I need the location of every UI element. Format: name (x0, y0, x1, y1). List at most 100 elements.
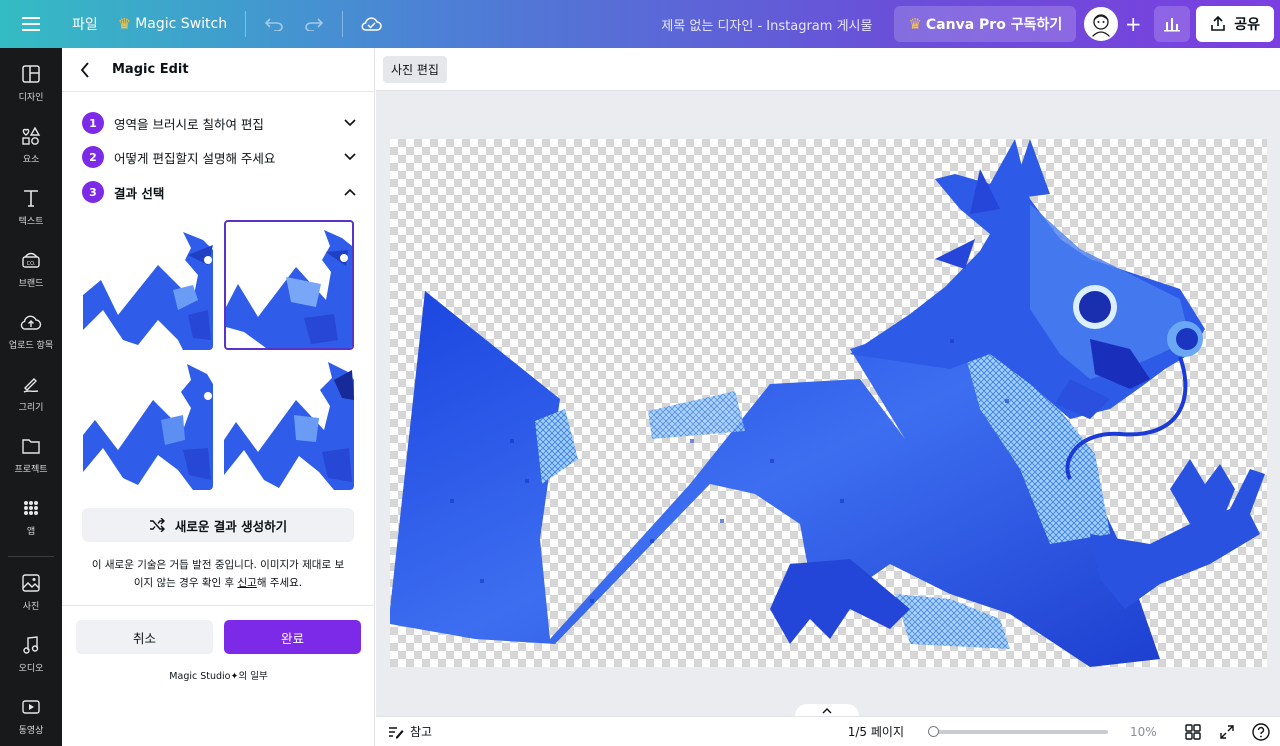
photo-icon (20, 572, 42, 594)
upload-icon (20, 311, 42, 333)
step-choose-result[interactable]: 3 결과 선택 (82, 180, 358, 204)
step-label: 어떻게 편집할지 설명해 주세요 (114, 150, 276, 166)
result-thumbnail-4[interactable] (224, 360, 354, 490)
grid-view-button[interactable] (1178, 717, 1208, 746)
result-thumbnail-1[interactable] (83, 220, 213, 350)
sidebar-item-design[interactable]: 디자인 (0, 52, 62, 114)
sidebar-item-label: 앱 (26, 527, 36, 537)
help-button[interactable] (1246, 717, 1276, 746)
avatar[interactable] (1084, 7, 1119, 41)
notes-button[interactable]: 참고 (388, 723, 432, 740)
bottom-bar: 참고 1/5 페이지 10% (376, 716, 1280, 746)
sidebar-item-label: 그리기 (18, 403, 44, 413)
step-label: 결과 선택 (114, 185, 165, 201)
magic-edit-panel: Magic Edit 1 영역을 브러시로 칠하여 편집 2 어떻게 편집할지 … (62, 48, 375, 746)
beta-notice: 이 새로운 기술은 거듭 발전 중입니다. 이미지가 제대로 보이지 않는 경우… (88, 556, 348, 592)
step-describe-edit[interactable]: 2 어떻게 편집할지 설명해 주세요 (82, 145, 358, 169)
sidebar-item-label: 동영상 (18, 726, 44, 736)
svg-text:CO.: CO. (27, 261, 36, 267)
result-thumbnail-2[interactable] (224, 220, 354, 350)
step-number-badge: 3 (82, 181, 104, 203)
chevron-up-icon (342, 188, 358, 196)
photo-edit-button[interactable]: 사진 편집 (383, 56, 447, 83)
sidebar-item-projects[interactable]: 프로젝트 (0, 424, 62, 486)
step-label: 영역을 브러시로 칠하여 편집 (114, 116, 264, 132)
notes-label: 참고 (410, 725, 433, 739)
shuffle-icon (149, 518, 165, 532)
context-toolbar: 사진 편집 (376, 48, 1280, 91)
top-bar: 파일 ♛ Magic Switch 제목 없는 디자인 - Instagram … (0, 0, 1280, 48)
regenerate-label: 새로운 결과 생성하기 (174, 518, 288, 534)
magic-studio-footnote: Magic Studio✦의 일부 (169, 671, 268, 682)
undo-button[interactable] (254, 7, 294, 41)
zoom-level[interactable]: 10% (1130, 725, 1157, 739)
hamburger-menu-button[interactable] (0, 0, 62, 48)
expand-icon (1220, 724, 1234, 739)
sidebar-item-brand[interactable]: CO. 브랜드 (0, 238, 62, 300)
divider (342, 11, 344, 37)
sidebar-item-label: 오디오 (18, 664, 44, 674)
sidebar-item-label: 프로젝트 (14, 465, 48, 475)
divider (8, 556, 54, 557)
magic-switch-button[interactable]: ♛ Magic Switch (108, 7, 237, 41)
editor-workspace: 사진 편집 (376, 48, 1280, 718)
music-icon (20, 634, 42, 656)
dragon-result-image (226, 230, 352, 348)
sidebar-item-audio[interactable]: 오디오 (0, 623, 62, 685)
regenerate-results-button[interactable]: 새로운 결과 생성하기 (82, 508, 354, 542)
help-icon (1252, 722, 1270, 741)
dragon-result-image (224, 362, 354, 490)
crown-icon: ♛ (117, 15, 132, 33)
sidebar-item-label: 브랜드 (18, 279, 44, 289)
add-collaborator-button[interactable]: + (1118, 7, 1148, 41)
sidebar-item-photos[interactable]: 사진 (0, 561, 62, 623)
canva-pro-button[interactable]: ♛ Canva Pro 구독하기 (894, 6, 1077, 42)
fullscreen-button[interactable] (1212, 717, 1242, 746)
share-button[interactable]: 공유 (1196, 6, 1274, 42)
redo-icon (305, 18, 324, 31)
divider (245, 11, 247, 37)
cloud-check-icon (361, 17, 382, 31)
magic-switch-label: Magic Switch (135, 16, 228, 32)
dragon-image[interactable] (390, 139, 1267, 667)
file-menu-button[interactable]: 파일 (62, 7, 108, 41)
sidebar-item-text[interactable]: 텍스트 (0, 176, 62, 238)
menu-icon (22, 17, 40, 31)
sidebar-item-videos[interactable]: 동영상 (0, 685, 62, 746)
back-button[interactable] (80, 61, 100, 78)
grid-view-icon (1185, 723, 1201, 740)
chevron-down-icon (342, 119, 358, 127)
design-canvas[interactable] (390, 139, 1267, 667)
cloud-save-button[interactable] (351, 7, 391, 41)
notice-text-end: 해 주세요. (256, 577, 303, 589)
zoom-slider[interactable] (928, 725, 1108, 737)
sidebar-item-elements[interactable]: 요소 (0, 114, 62, 176)
chevron-up-icon (822, 708, 832, 714)
zoom-slider-handle[interactable] (928, 725, 939, 737)
divider (62, 605, 375, 606)
dragon-result-image (83, 364, 213, 490)
dragon-result-image (83, 232, 213, 350)
step-brush-area[interactable]: 1 영역을 브러시로 칠하여 편집 (82, 111, 358, 135)
result-thumbnail-3[interactable] (83, 360, 213, 490)
text-icon (20, 187, 42, 209)
sidebar-item-draw[interactable]: 그리기 (0, 362, 62, 424)
document-title[interactable]: 제목 없는 디자인 - Instagram 게시물 (661, 15, 872, 34)
sidebar-item-label: 텍스트 (18, 217, 44, 227)
sidebar-item-apps[interactable]: 앱 (0, 486, 62, 548)
analytics-button[interactable] (1154, 6, 1191, 42)
redo-button[interactable] (294, 7, 334, 41)
cancel-button[interactable]: 취소 (76, 620, 213, 654)
report-link[interactable]: 신고 (237, 577, 256, 589)
panel-title: Magic Edit (112, 62, 189, 77)
sidebar-item-uploads[interactable]: 업로드 항목 (0, 300, 62, 362)
video-icon (20, 696, 42, 718)
chevron-down-icon (342, 153, 358, 161)
draw-icon (20, 373, 42, 395)
avatar-illustration-icon (1087, 10, 1116, 38)
brand-icon: CO. (20, 249, 42, 271)
plus-icon: + (1124, 12, 1142, 36)
undo-icon (265, 18, 283, 31)
done-button[interactable]: 완료 (224, 620, 361, 654)
page-indicator[interactable]: 1/5 페이지 (848, 723, 904, 740)
